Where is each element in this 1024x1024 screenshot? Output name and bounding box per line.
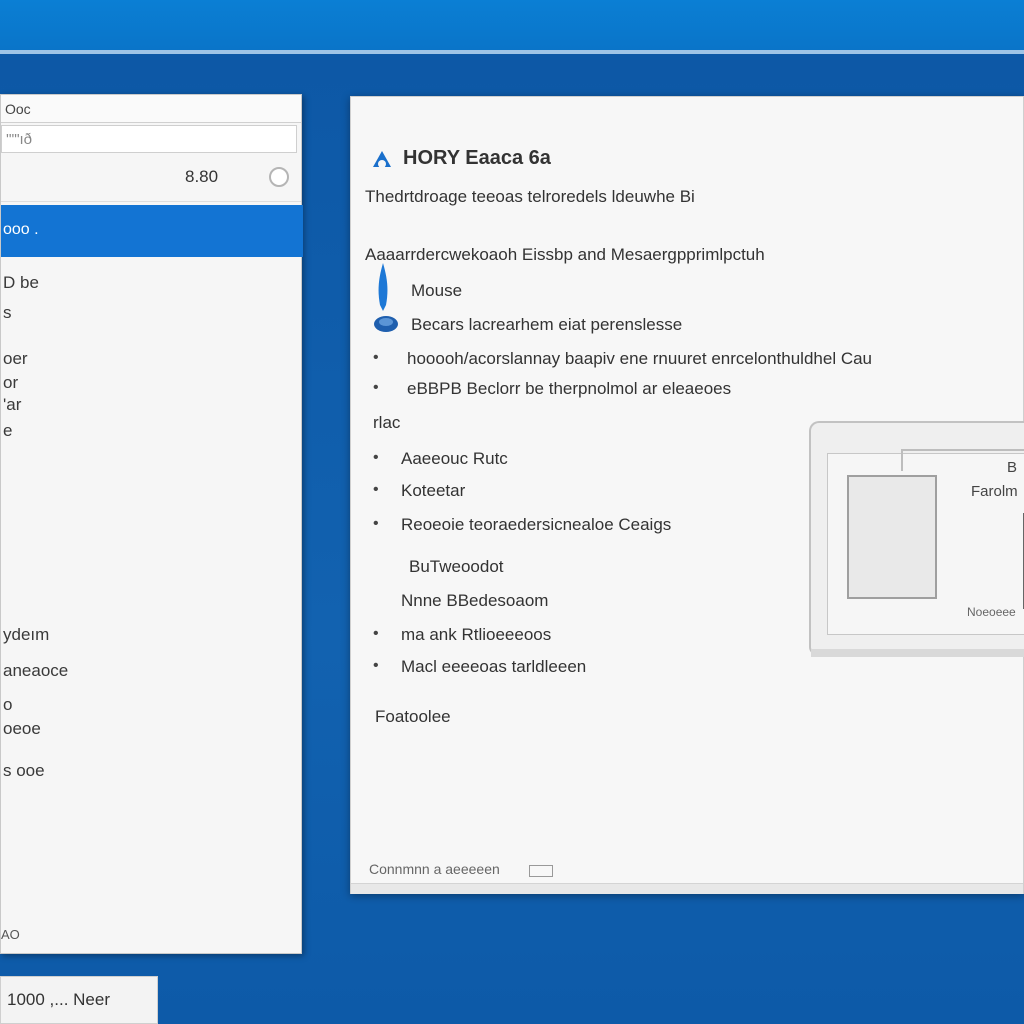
footer-toggle[interactable] [529,865,553,877]
list-item[interactable]: Reoeoie teoraedersicnealoe Ceaigs [401,515,671,535]
list-item[interactable]: ydeım [3,625,49,645]
list-item[interactable]: e [3,421,12,441]
sub-item[interactable]: ma ank Rtlioeeeoos [401,625,551,645]
bullet-icon: • [373,657,379,674]
bullet-icon: • [373,349,379,366]
desktop-top-band [0,0,1024,52]
bullet-icon: • [373,481,379,498]
list-item[interactable]: oeoe [3,719,41,739]
page-title: HORY Eaaca 6a [403,147,551,169]
list-item[interactable]: oer [3,349,28,369]
drop-icon [378,263,388,311]
device-base [811,649,1024,657]
device-wire [901,449,1024,471]
sub-item[interactable]: BuTweoodot [409,557,504,577]
bullet-icon: • [373,449,379,466]
clock-icon[interactable] [269,167,289,187]
page-subtitle: Thedrtdroage teeoas telroredels ldeuwhe … [365,187,695,206]
left-window-selected-item[interactable]: ooo . [1,205,303,257]
window-bottom-bar [351,883,1023,894]
device-label: Farolm [971,483,1018,500]
list-item[interactable]: Aaeeouc Rutc [401,449,508,469]
bullet-icon: • [373,625,379,642]
left-window-status: AO [1,927,20,942]
bullet-icon: • [373,379,379,396]
list-item[interactable]: aneaoce [3,661,68,681]
description-line: eBBPB Beclorr be therpnolmol ar eleaeoes [407,379,732,398]
footer-text: Connmnn a aeeeeen [369,861,500,877]
device-screen [847,475,937,599]
description-line: hooooh/acorslannay baapiv ene rnuuret en… [407,349,873,368]
bullet-icon: • [373,515,379,532]
brand-logo-icon [373,151,391,168]
shield-icon [374,316,398,332]
list-item[interactable]: s [3,303,12,323]
tab-label[interactable]: rlac [373,413,400,433]
list-item[interactable]: s ooe [3,761,45,781]
left-window-value: 8.80 [185,167,219,186]
feature-line: Becars lacrearhem eiat perenslesse [411,315,683,334]
device-label: Noeoeee [967,605,1016,619]
left-window-title: Ooc [1,95,301,123]
device-illustration: B Farolm Noeoeee [809,421,1024,657]
left-window: Ooc '""ıð 8.80 ooo . D be s oer or 'ar e… [0,94,303,954]
main-window: HORY Eaaca 6a Thedrtdroage teeoas telror… [350,96,1024,894]
list-item[interactable]: Koteetar [401,481,465,501]
left-window-search-input[interactable]: '""ıð [1,125,297,153]
sub-item[interactable]: Macl eeeeoas tarldleeen [401,657,586,677]
list-item[interactable]: 'ar [3,395,21,415]
taskbar-chip[interactable]: 1000 ,... Neer [0,976,158,1024]
intro-line: Aaaarrdercwekoaoh Eissbp and Mesaergppri… [365,245,765,264]
list-item[interactable]: or [3,373,18,393]
list-item[interactable]: D be [3,273,39,293]
section-label: Foatoolee [375,707,451,726]
device-line: Mouse [411,281,463,300]
sub-item[interactable]: Nnne BBedesoaom [401,591,548,611]
device-label: B [1007,459,1018,476]
list-item[interactable]: o [3,695,12,715]
left-window-value-row[interactable]: 8.80 [1,155,301,202]
